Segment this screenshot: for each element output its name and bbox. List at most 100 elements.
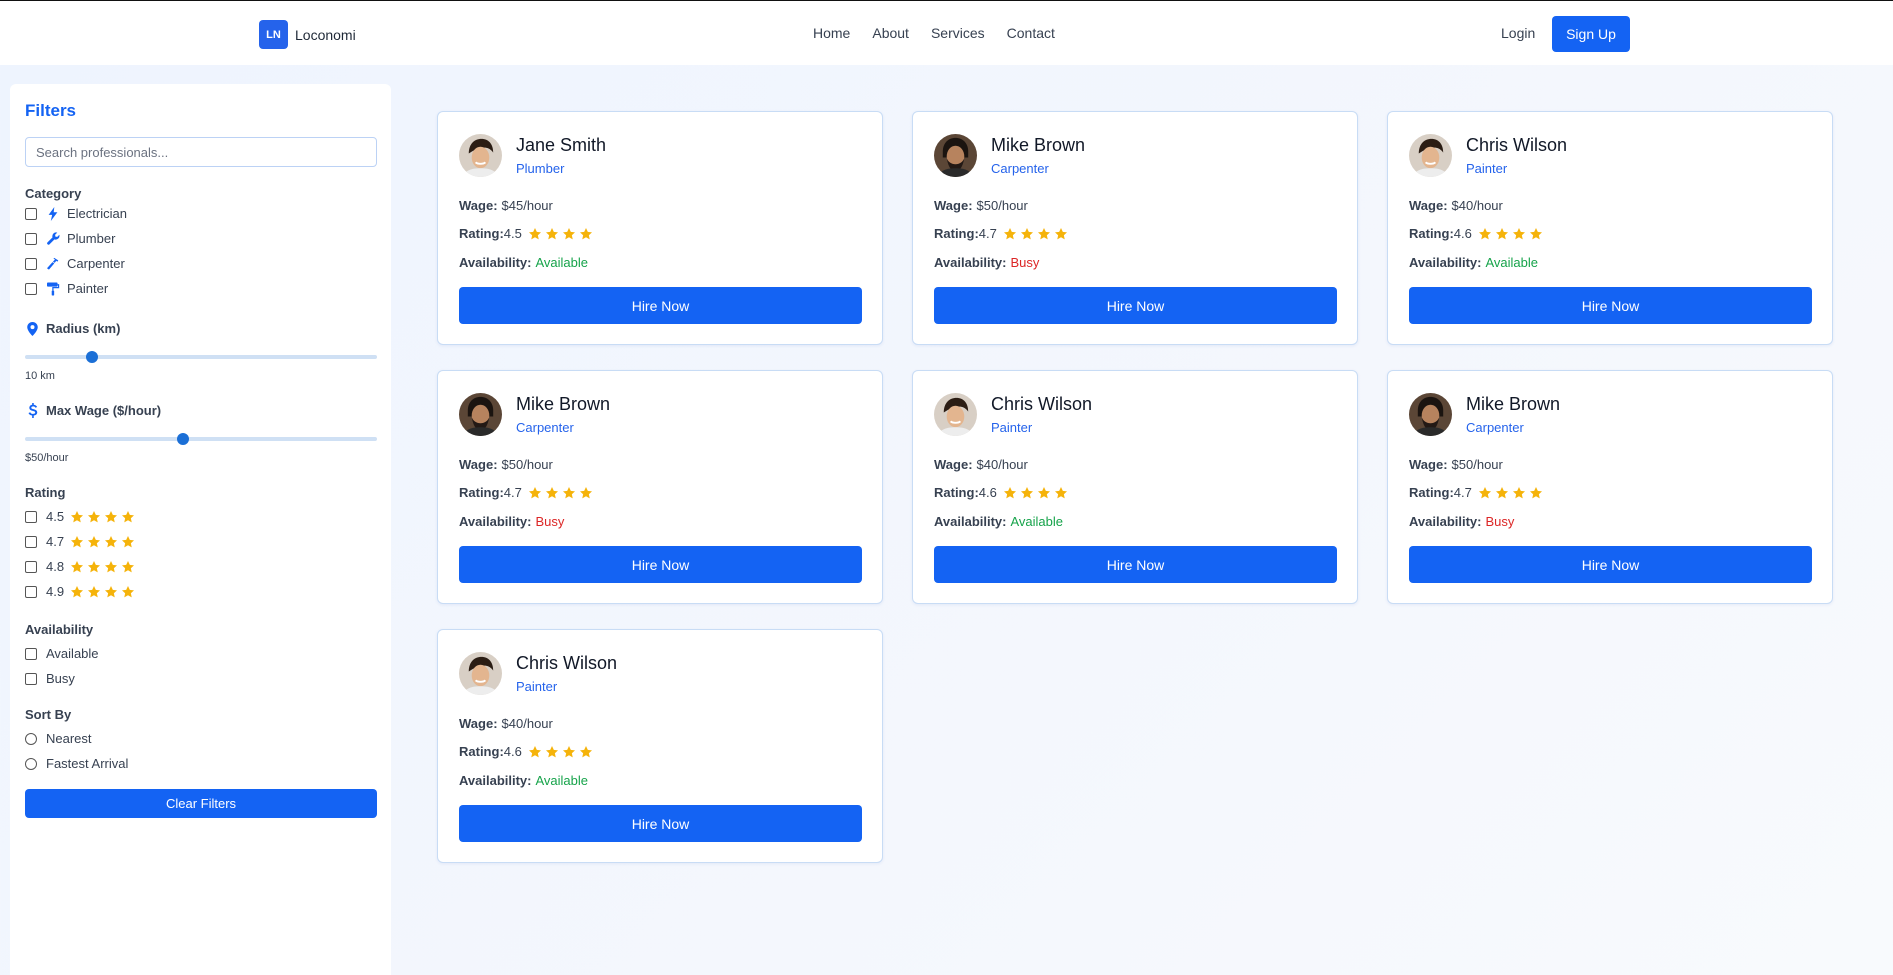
rating-checkbox[interactable] — [25, 560, 37, 573]
category-checkbox[interactable] — [25, 232, 37, 245]
sign-up-button[interactable]: Sign Up — [1552, 16, 1630, 52]
professional-name: Mike Brown — [991, 135, 1086, 155]
hire-now-button[interactable]: Hire Now — [934, 287, 1337, 324]
star-icon — [104, 585, 118, 599]
rating-line: Rating: 4.7 — [934, 226, 1068, 241]
category-option-plumber[interactable]: Plumber — [25, 231, 115, 246]
fastest-arrival-radio[interactable] — [25, 757, 37, 770]
rating-option[interactable]: 4.5 — [25, 509, 135, 524]
star-icon — [1037, 227, 1051, 241]
star-icon — [104, 535, 118, 549]
rating-option-value: 4.8 — [46, 559, 65, 574]
avatar — [934, 134, 977, 177]
login-link[interactable]: Login — [1501, 25, 1535, 41]
sort-option-nearest[interactable]: Nearest — [25, 731, 92, 746]
rating-option[interactable]: 4.9 — [25, 584, 135, 599]
availability-label: Availability: — [1409, 255, 1482, 270]
wage-slider[interactable] — [25, 433, 377, 445]
rating-checkbox[interactable] — [25, 510, 37, 523]
star-icon — [87, 560, 101, 574]
star-icon — [1495, 227, 1509, 241]
category-option-painter[interactable]: Painter — [25, 281, 108, 296]
nav-home[interactable]: Home — [813, 25, 850, 41]
star-icon — [1020, 227, 1034, 241]
wrench-icon — [46, 232, 60, 245]
professional-name: Chris Wilson — [1466, 135, 1568, 155]
hire-now-button[interactable]: Hire Now — [1409, 546, 1812, 583]
nav-about[interactable]: About — [872, 25, 909, 41]
professional-card: Mike Brown Carpenter Wage: $50/hour Rating: 4… — [912, 111, 1358, 345]
availability-line: Availability: Available — [934, 514, 1063, 529]
star-icon — [528, 227, 542, 241]
bolt-icon — [46, 206, 60, 221]
rating-stars — [70, 585, 135, 599]
rating-checkbox[interactable] — [25, 585, 37, 598]
radius-value: 10 km — [25, 370, 55, 382]
hammer-icon — [46, 257, 60, 270]
nearest-radio[interactable] — [25, 732, 37, 745]
radius-slider-thumb[interactable] — [85, 351, 98, 363]
professional-name: Mike Brown — [516, 394, 611, 414]
available-checkbox[interactable] — [25, 647, 37, 660]
hire-now-button[interactable]: Hire Now — [1409, 287, 1812, 324]
rating-stars — [70, 535, 135, 549]
radius-slider[interactable] — [25, 351, 377, 363]
rating-checkbox[interactable] — [25, 535, 37, 548]
avatar — [934, 393, 977, 436]
sort-option-fastest[interactable]: Fastest Arrival — [25, 756, 128, 771]
professional-card: Chris Wilson Painter Wage: $40/hour Rating: 4… — [912, 370, 1358, 604]
category-checkbox[interactable] — [25, 257, 37, 270]
rating-option[interactable]: 4.7 — [25, 534, 135, 549]
search-input[interactable] — [25, 137, 377, 167]
availability-option-busy[interactable]: Busy — [25, 671, 75, 686]
nav-services[interactable]: Services — [931, 25, 985, 41]
star-icon — [87, 510, 101, 524]
brand-logo[interactable]: LN Loconomi — [259, 20, 356, 49]
rating-line: Rating: 4.6 — [934, 485, 1068, 500]
hire-now-button[interactable]: Hire Now — [459, 287, 862, 324]
wage-label: Wage: — [459, 198, 498, 213]
wage-slider-thumb[interactable] — [177, 433, 190, 445]
rating-value: 4.6 — [978, 485, 997, 500]
hire-now-button[interactable]: Hire Now — [459, 805, 862, 842]
star-icon — [104, 510, 118, 524]
star-icon — [1512, 227, 1526, 241]
professional-role: Painter — [991, 420, 1033, 435]
star-icon — [87, 585, 101, 599]
rating-line: Rating: 4.5 — [459, 226, 593, 241]
hire-now-button[interactable]: Hire Now — [459, 546, 862, 583]
busy-checkbox[interactable] — [25, 672, 37, 685]
star-icon — [1020, 486, 1034, 500]
category-option-electrician[interactable]: Electrician — [25, 206, 127, 221]
dollar-icon — [25, 403, 40, 418]
wage-line: Wage: $50/hour — [1409, 457, 1503, 472]
availability-option-available[interactable]: Available — [25, 646, 99, 661]
rating-option-value: 4.5 — [46, 509, 65, 524]
clear-filters-button[interactable]: Clear Filters — [25, 789, 377, 818]
star-icon — [1478, 227, 1492, 241]
rating-option[interactable]: 4.8 — [25, 559, 135, 574]
rating-label: Rating: — [459, 485, 504, 500]
availability-label: Availability: — [459, 514, 532, 529]
wage-label: Wage: — [1409, 198, 1448, 213]
availability-line: Availability: Available — [459, 255, 588, 270]
nav-contact[interactable]: Contact — [1007, 25, 1055, 41]
star-icon — [579, 227, 593, 241]
rating-label: Rating: — [459, 226, 504, 241]
professional-role: Plumber — [516, 161, 565, 176]
hire-now-button[interactable]: Hire Now — [934, 546, 1337, 583]
rating-option-value: 4.7 — [46, 534, 65, 549]
star-icon — [1003, 486, 1017, 500]
category-checkbox[interactable] — [25, 282, 37, 295]
availability-status: Busy — [1485, 514, 1515, 529]
category-option-carpenter[interactable]: Carpenter — [25, 256, 125, 271]
rating-label: Rating: — [1409, 485, 1454, 500]
category-checkbox[interactable] — [25, 207, 37, 220]
star-icon — [562, 745, 576, 759]
rating-option-value: 4.9 — [46, 584, 65, 599]
professional-role: Painter — [516, 679, 558, 694]
professional-card: Mike Brown Carpenter Wage: $50/hour Rating: 4… — [1387, 370, 1833, 604]
rating-value: 4.7 — [1453, 485, 1472, 500]
availability-option-label: Busy — [46, 671, 75, 686]
star-icon — [70, 585, 84, 599]
